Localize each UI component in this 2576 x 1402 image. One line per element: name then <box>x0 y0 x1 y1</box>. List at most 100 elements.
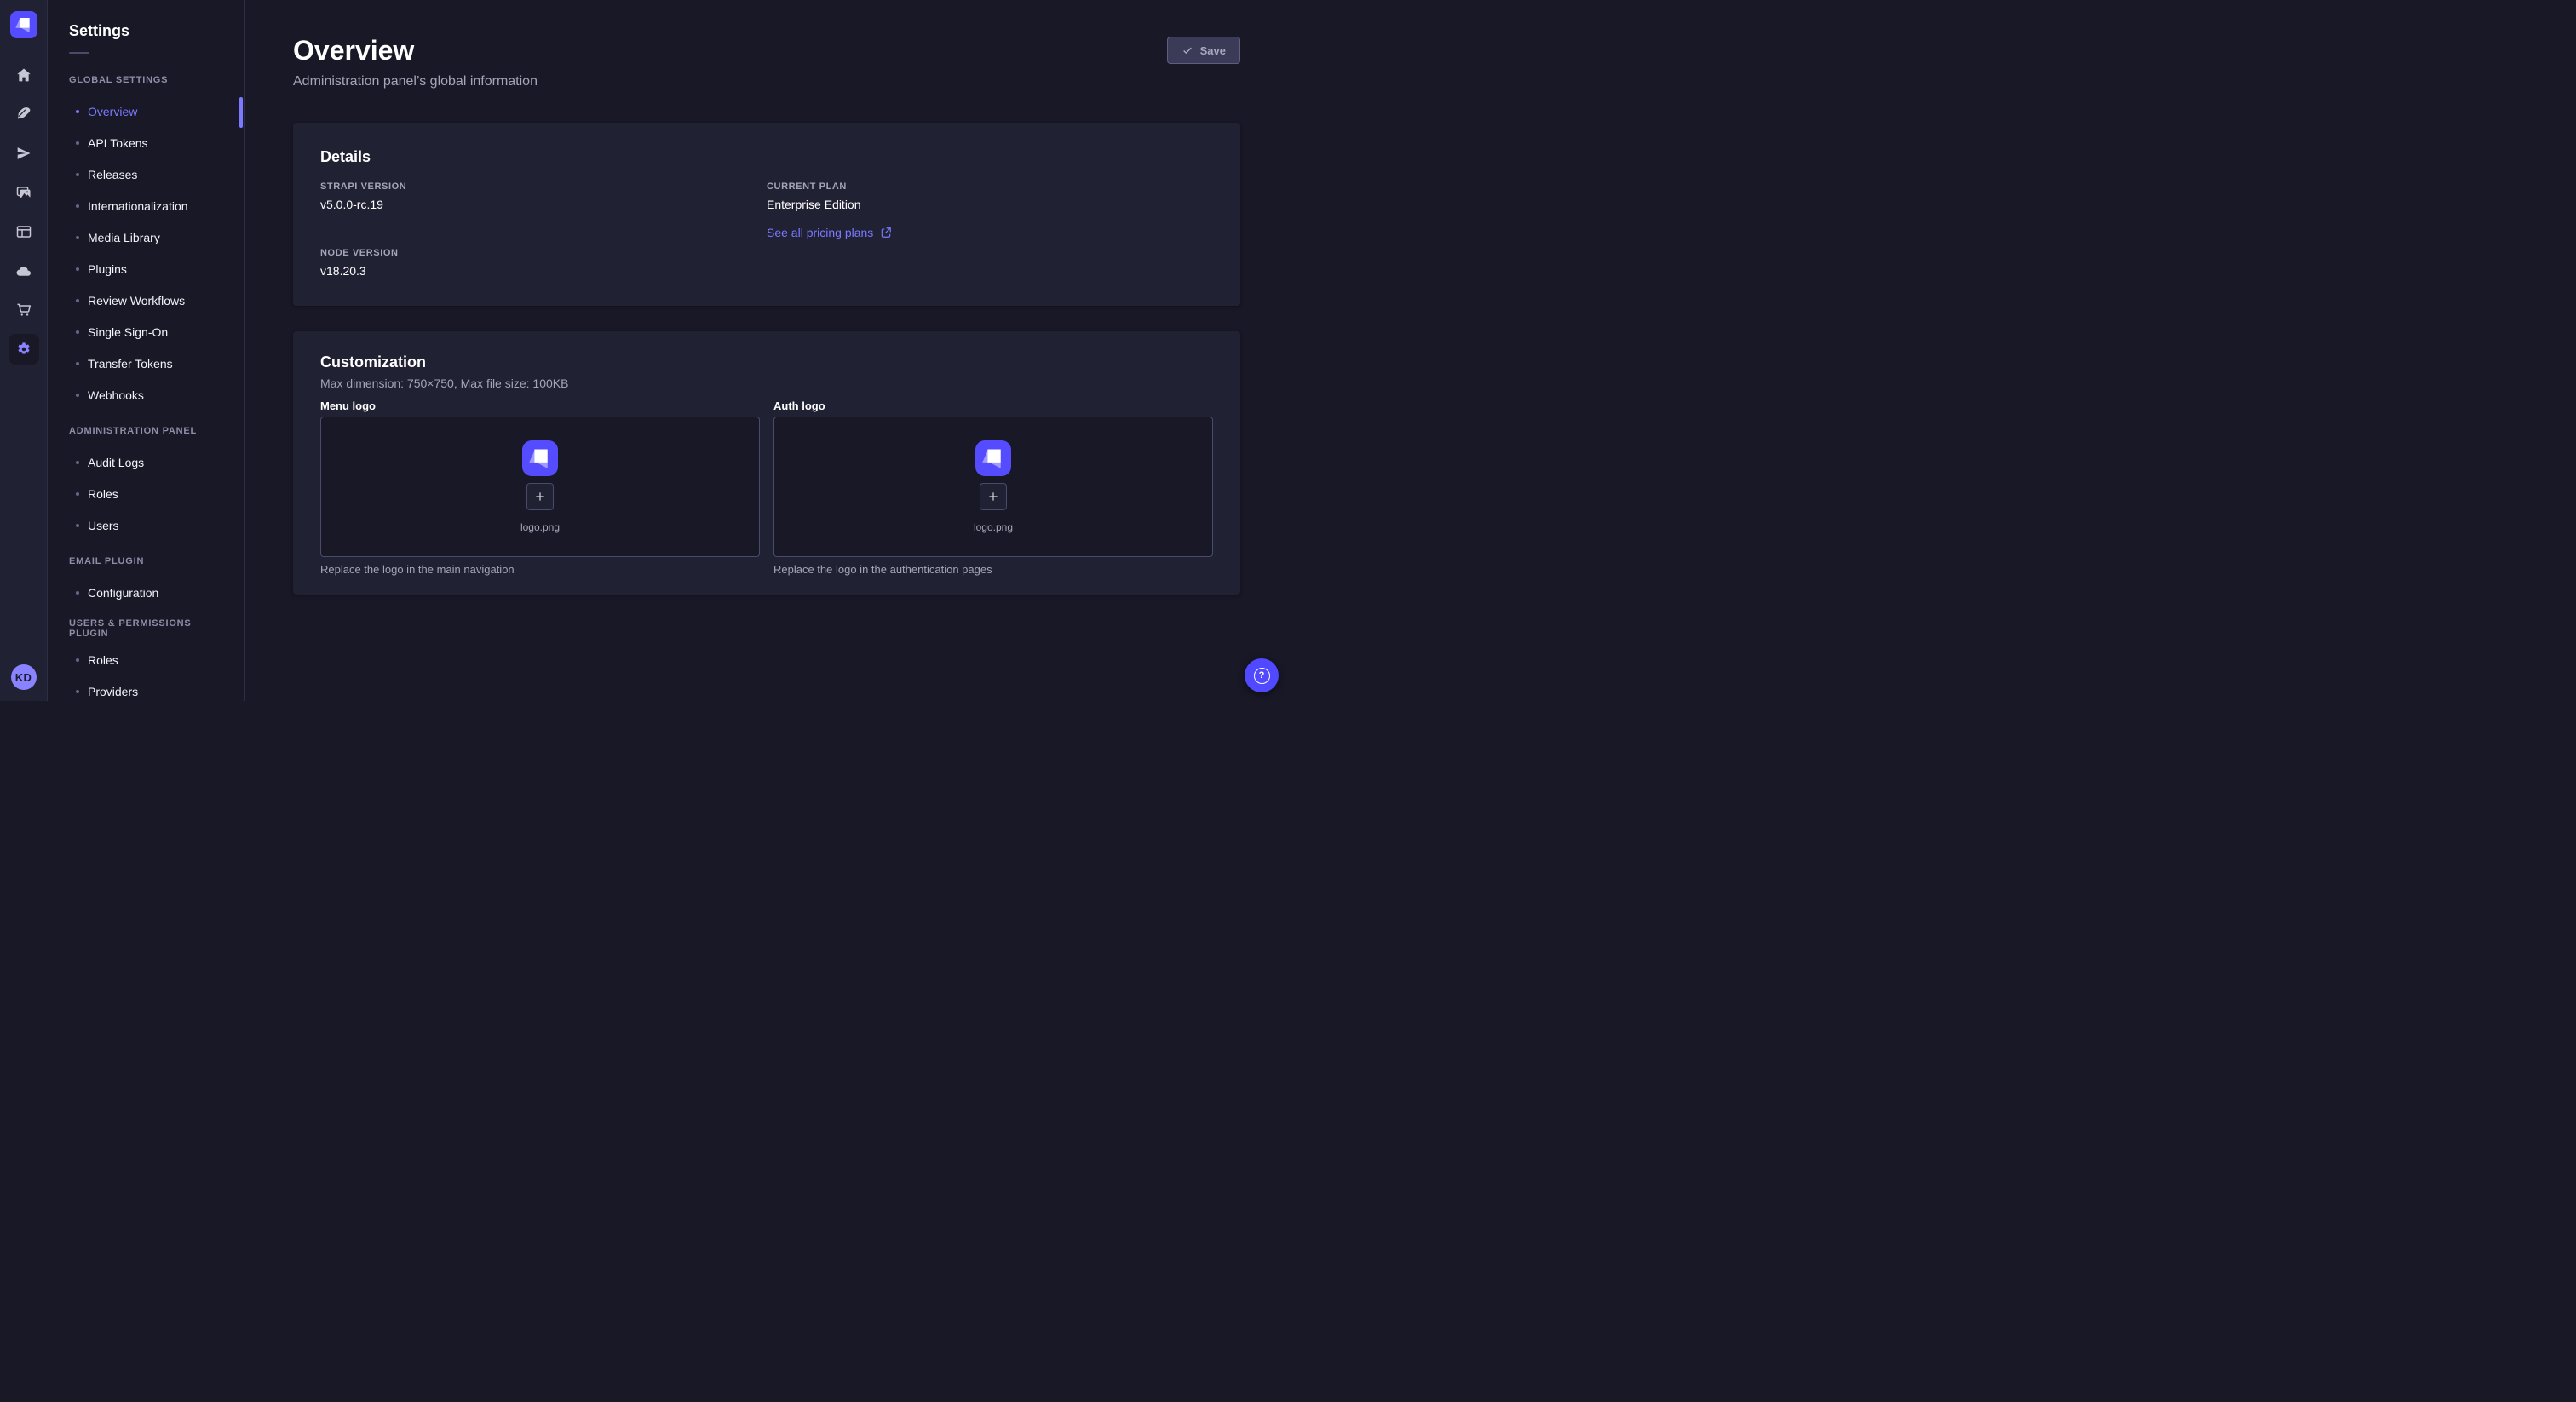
sidebar-item-label: Releases <box>88 168 137 181</box>
strapi-logo-icon <box>10 11 37 38</box>
customization-heading: Customization <box>320 353 1213 371</box>
question-mark-icon: ? <box>1254 668 1270 684</box>
sidebar-item-label: Webhooks <box>88 388 144 402</box>
main-content: Overview Administration panel’s global i… <box>245 0 1288 701</box>
menu-logo-dropzone[interactable]: logo.png <box>320 417 760 557</box>
cloud-icon[interactable] <box>15 262 32 279</box>
bullet-icon <box>76 591 79 595</box>
subnav-title: Settings <box>69 20 224 42</box>
menu-logo-preview <box>522 440 558 476</box>
bullet-icon <box>76 236 79 239</box>
strapi-logo-button[interactable] <box>10 11 37 38</box>
sidebar-item-up-providers[interactable]: Providers <box>49 675 244 701</box>
page-header: Overview Administration panel’s global i… <box>293 34 1240 89</box>
subnav-scrollbar-thumb[interactable] <box>239 97 243 128</box>
strapi-version-value: v5.0.0-rc.19 <box>320 198 767 212</box>
sidebar-item-overview[interactable]: Overview <box>49 95 244 127</box>
auth-logo-filename: logo.png <box>974 521 1013 534</box>
media-library-icon[interactable] <box>15 184 32 201</box>
sidebar-item-email-configuration[interactable]: Configuration <box>49 577 244 608</box>
bullet-icon <box>76 204 79 208</box>
sidebar-item-admin-roles[interactable]: Roles <box>49 478 244 509</box>
details-card: Details STRAPI VERSION v5.0.0-rc.19 NODE… <box>293 123 1240 306</box>
bullet-icon <box>76 267 79 271</box>
sidebar-item-label: Roles <box>88 653 118 667</box>
menu-logo-block: Menu logo logo.png <box>320 400 760 576</box>
content-type-builder-icon[interactable] <box>15 106 32 123</box>
marketplace-icon[interactable] <box>15 302 32 319</box>
auth-logo-add-button[interactable] <box>980 483 1007 510</box>
pricing-plans-link[interactable]: See all pricing plans <box>767 226 892 239</box>
sidebar-item-label: Review Workflows <box>88 294 185 307</box>
bullet-icon <box>76 141 79 145</box>
settings-subnav: Settings GLOBAL SETTINGS Overview API To… <box>49 0 245 701</box>
sidebar-item-label: Roles <box>88 487 118 501</box>
section-email-plugin: EMAIL PLUGIN <box>49 545 244 577</box>
sidebar-item-label: Configuration <box>88 586 158 600</box>
sidebar-item-api-tokens[interactable]: API Tokens <box>49 127 244 158</box>
sidebar-item-up-roles[interactable]: Roles <box>49 644 244 675</box>
section-global-settings: GLOBAL SETTINGS <box>49 64 244 95</box>
gear-icon <box>15 341 32 358</box>
menu-logo-filename: logo.png <box>520 521 560 534</box>
menu-logo-add-button[interactable] <box>526 483 554 510</box>
sidebar-item-webhooks[interactable]: Webhooks <box>49 379 244 411</box>
sidebar-item-label: Users <box>88 519 119 532</box>
details-heading: Details <box>320 148 1213 166</box>
subnav-title-rule <box>69 52 89 54</box>
sidebar-item-admin-users[interactable]: Users <box>49 509 244 541</box>
menu-logo-label: Menu logo <box>320 400 760 411</box>
page-title: Overview <box>293 34 538 66</box>
save-button[interactable]: Save <box>1167 37 1240 64</box>
auth-logo-dropzone[interactable]: logo.png <box>773 417 1213 557</box>
sidebar-item-label: Media Library <box>88 231 160 244</box>
home-icon[interactable] <box>15 66 32 83</box>
current-plan-label: CURRENT PLAN <box>767 181 1213 192</box>
sidebar-item-transfer-tokens[interactable]: Transfer Tokens <box>49 348 244 379</box>
sidebar-item-media-library[interactable]: Media Library <box>49 221 244 253</box>
sidebar-item-label: Audit Logs <box>88 456 144 469</box>
sidebar-item-label: Transfer Tokens <box>88 357 173 371</box>
bullet-icon <box>76 394 79 397</box>
sidebar-item-plugins[interactable]: Plugins <box>49 253 244 284</box>
sidebar-item-label: Providers <box>88 685 138 698</box>
sidebar-item-internationalization[interactable]: Internationalization <box>49 190 244 221</box>
details-right-column: CURRENT PLAN Enterprise Edition See all … <box>767 181 1213 279</box>
bullet-icon <box>76 461 79 464</box>
bullet-icon <box>76 690 79 693</box>
sidebar-item-single-sign-on[interactable]: Single Sign-On <box>49 316 244 348</box>
releases-icon[interactable] <box>15 145 32 162</box>
sidebar-item-label: Single Sign-On <box>88 325 168 339</box>
section-administration-panel: ADMINISTRATION PANEL <box>49 415 244 446</box>
strapi-logo-icon <box>522 440 558 476</box>
content-manager-icon[interactable] <box>15 223 32 240</box>
strapi-admin-screen: KD Settings GLOBAL SETTINGS Overview API… <box>0 0 1288 701</box>
external-link-icon <box>880 227 892 238</box>
node-version-value: v18.20.3 <box>320 264 767 279</box>
bullet-icon <box>76 330 79 334</box>
page-subtitle: Administration panel’s global informatio… <box>293 75 538 89</box>
sidebar-item-audit-logs[interactable]: Audit Logs <box>49 446 244 478</box>
settings-nav-button[interactable] <box>9 334 39 365</box>
user-avatar[interactable]: KD <box>11 664 37 690</box>
strapi-version-label: STRAPI VERSION <box>320 181 767 192</box>
bullet-icon <box>76 362 79 365</box>
sidebar-item-review-workflows[interactable]: Review Workflows <box>49 284 244 316</box>
menu-logo-caption: Replace the logo in the main navigation <box>320 563 760 576</box>
auth-logo-preview <box>975 440 1011 476</box>
bullet-icon <box>76 299 79 302</box>
bullet-icon <box>76 658 79 662</box>
sidebar-item-releases[interactable]: Releases <box>49 158 244 190</box>
main-nav-rail: KD <box>0 0 48 701</box>
rail-bottom: KD <box>0 652 47 701</box>
logo-grid: Menu logo logo.png <box>320 400 1213 576</box>
subnav-header: Settings <box>49 0 244 54</box>
sidebar-item-label: Internationalization <box>88 199 188 213</box>
strapi-version-field: STRAPI VERSION v5.0.0-rc.19 <box>320 181 767 212</box>
current-plan-value: Enterprise Edition <box>767 198 1213 212</box>
strapi-logo-icon <box>975 440 1011 476</box>
help-button[interactable]: ? <box>1245 658 1279 692</box>
bullet-icon <box>76 110 79 113</box>
auth-logo-label: Auth logo <box>773 400 1213 411</box>
customization-subheading: Max dimension: 750×750, Max file size: 1… <box>320 376 1213 390</box>
